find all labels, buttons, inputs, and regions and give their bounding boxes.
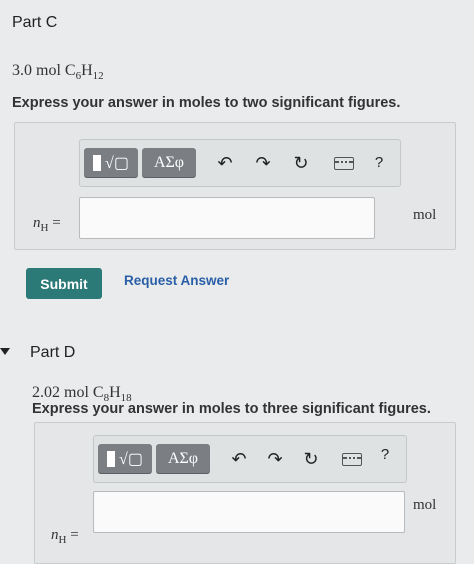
greek-symbols-button[interactable]: ΑΣφ — [142, 148, 196, 178]
part-d-unit: mol — [413, 497, 437, 513]
part-c-math-toolbar: √▢ ΑΣφ ↶ ↷ ↻ ? — [79, 139, 401, 187]
part-c-prompt: Express your answer in moles to two sign… — [12, 95, 401, 111]
part-d-answer-input[interactable] — [93, 491, 405, 533]
submit-button[interactable]: Submit — [26, 268, 102, 299]
reset-icon[interactable]: ↻ — [300, 449, 322, 469]
part-c-unit: mol — [413, 207, 437, 223]
templates-button[interactable]: √▢ — [98, 444, 152, 474]
part-d-answer-label: nH = — [51, 527, 79, 546]
request-answer-link[interactable]: Request Answer — [124, 273, 229, 288]
template-block-icon — [93, 155, 102, 171]
part-d-prompt: Express your answer in moles to three si… — [32, 401, 431, 417]
help-icon[interactable]: ? — [368, 153, 390, 173]
redo-icon[interactable]: ↷ — [252, 153, 274, 173]
part-d-title: Part D — [30, 344, 76, 361]
templates-button[interactable]: √▢ — [84, 148, 138, 178]
part-d-answer-panel: √▢ ΑΣφ ↶ ↷ ↻ ? nH = mol — [34, 422, 456, 564]
template-block-icon — [107, 451, 116, 467]
part-c-answer-input[interactable] — [79, 197, 375, 239]
keyboard-icon[interactable] — [334, 157, 354, 170]
help-icon[interactable]: ? — [374, 445, 396, 465]
undo-icon[interactable]: ↶ — [228, 449, 250, 469]
greek-symbols-button[interactable]: ΑΣφ — [156, 444, 210, 474]
part-c-quantity: 3.0 mol C6H12 — [12, 62, 104, 83]
reset-icon[interactable]: ↻ — [290, 153, 312, 173]
part-c-answer-label: nH = — [33, 215, 61, 234]
collapse-triangle-icon[interactable] — [0, 348, 10, 355]
keyboard-icon[interactable] — [342, 453, 362, 466]
redo-icon[interactable]: ↷ — [264, 449, 286, 469]
undo-icon[interactable]: ↶ — [214, 153, 236, 173]
part-c-title: Part C — [12, 14, 58, 31]
part-d-math-toolbar: √▢ ΑΣφ ↶ ↷ ↻ ? — [93, 435, 407, 483]
part-c-answer-panel: √▢ ΑΣφ ↶ ↷ ↻ ? nH = mol — [14, 122, 456, 250]
